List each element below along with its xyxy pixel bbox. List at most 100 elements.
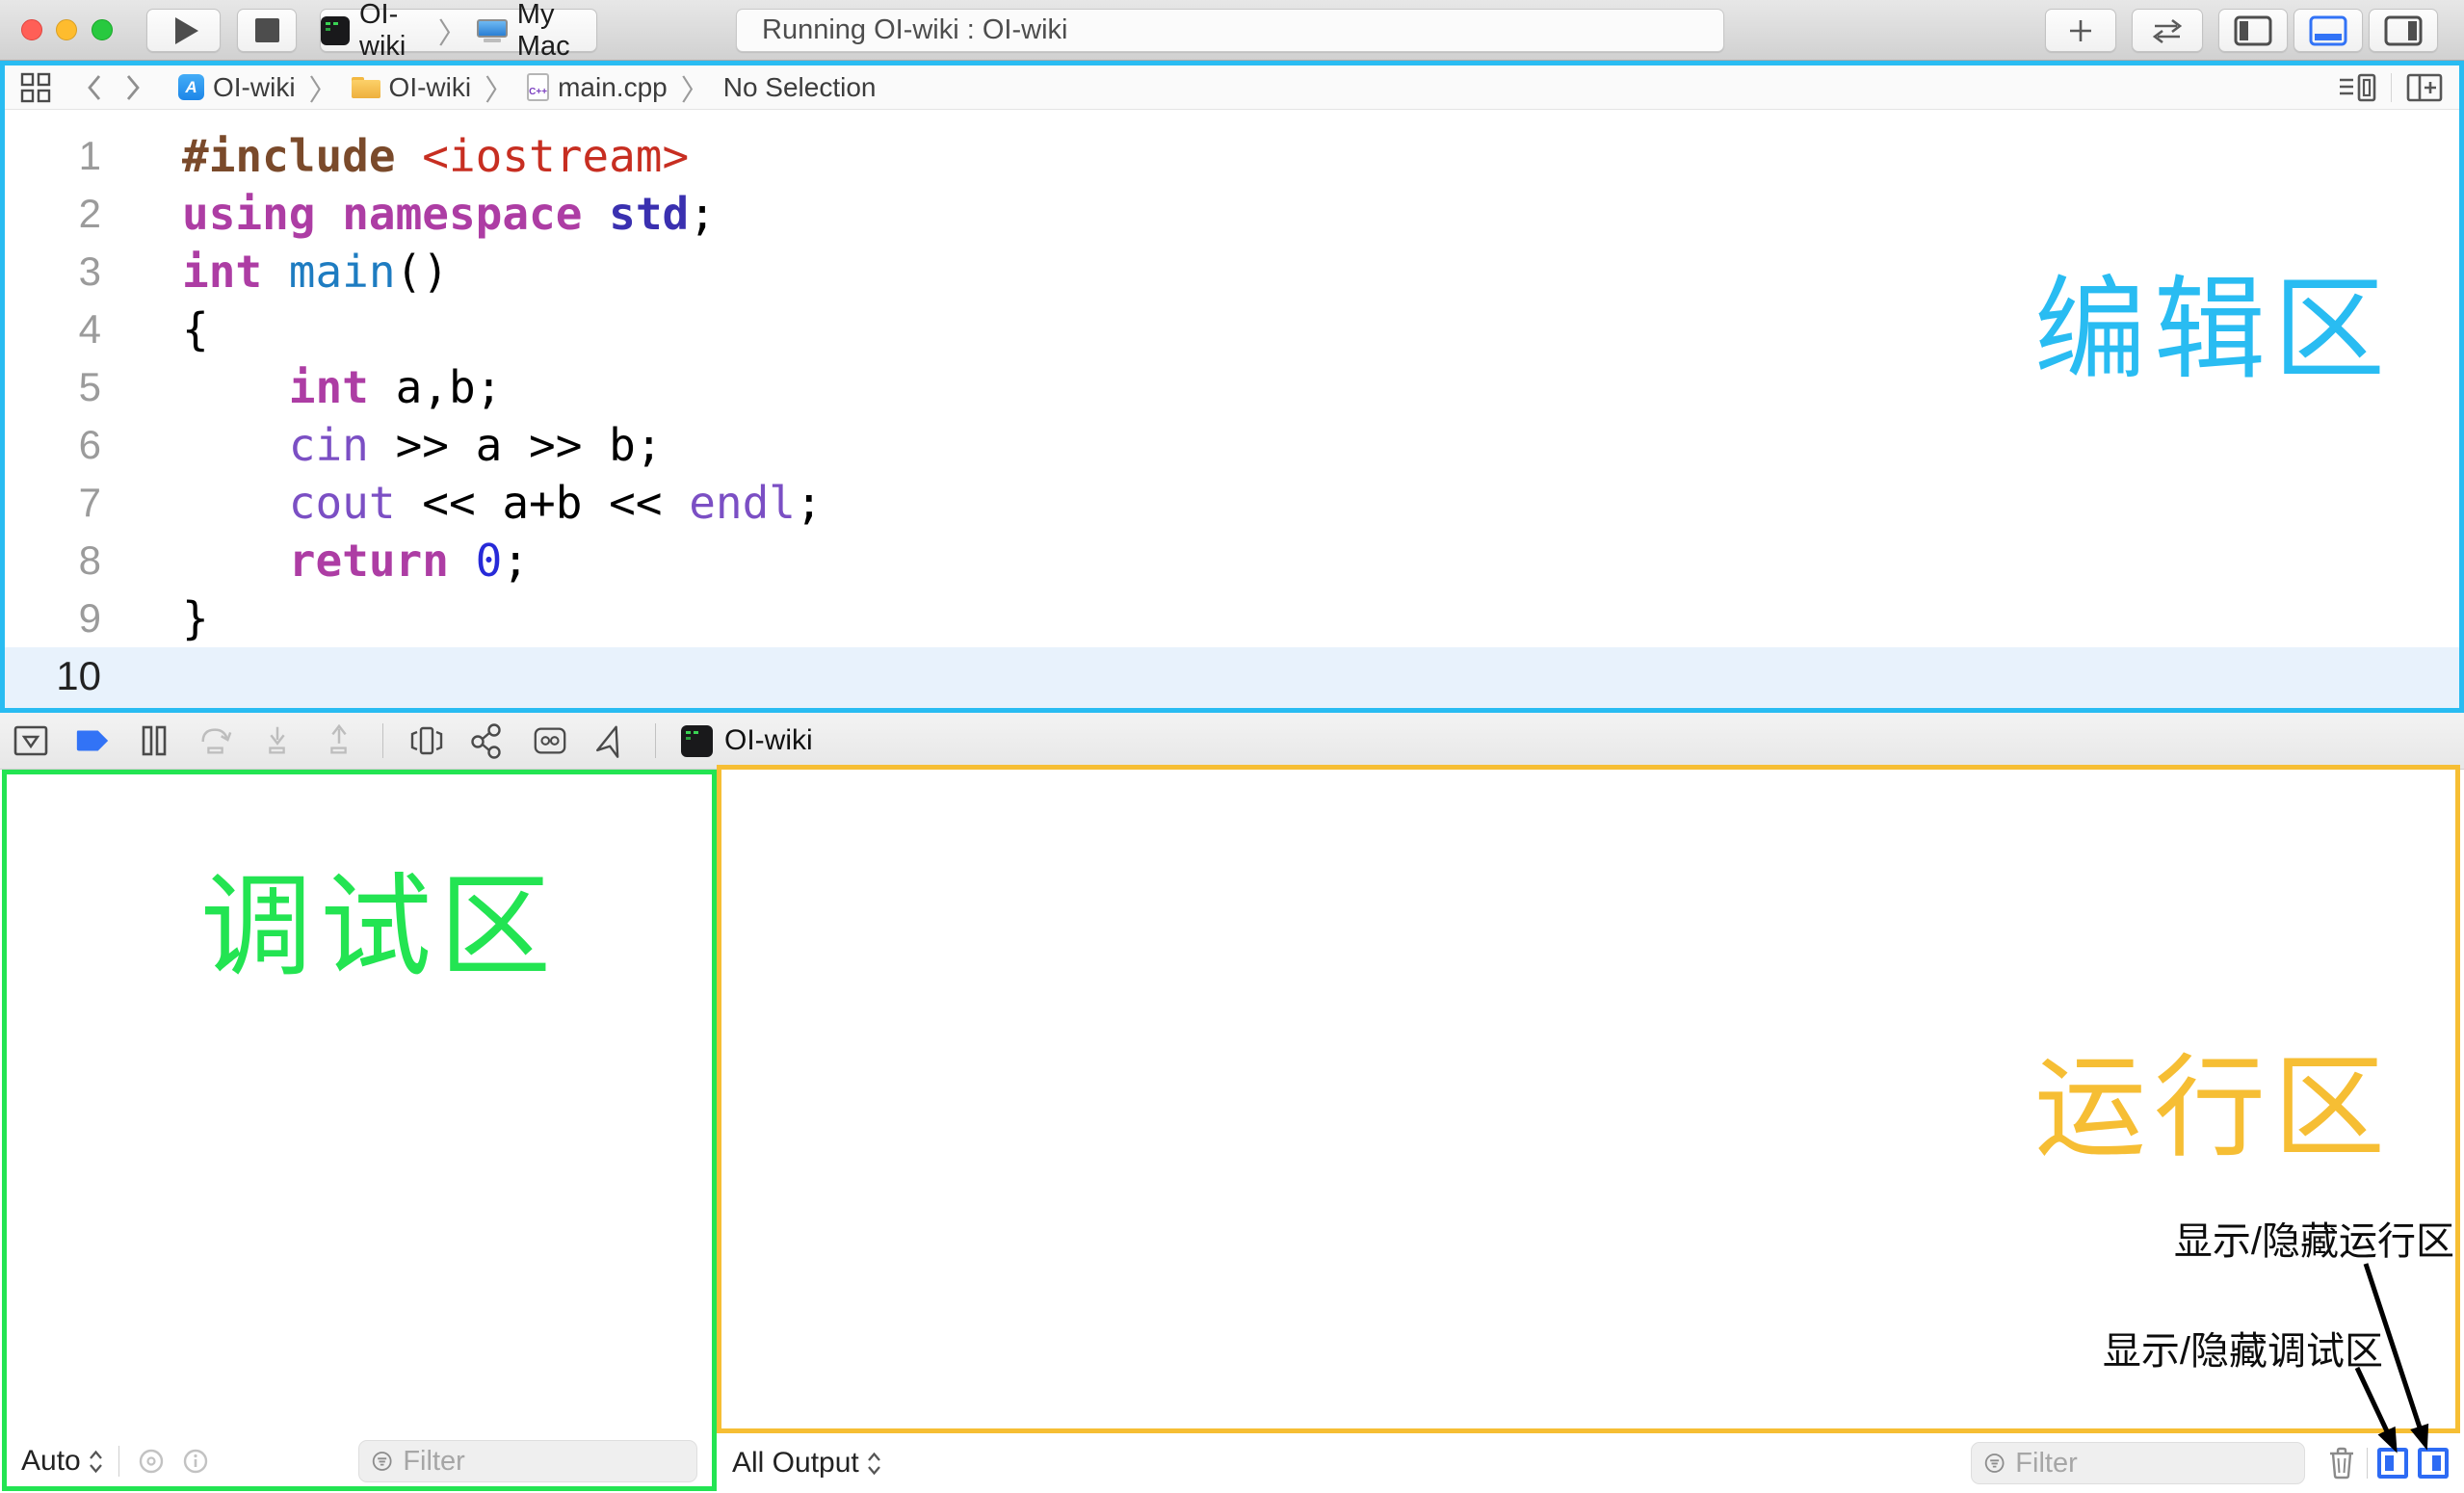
minimize-button[interactable]: [56, 19, 77, 40]
view-debugger-button[interactable]: [408, 722, 445, 759]
zoom-button[interactable]: [92, 19, 113, 40]
pause-icon: [137, 724, 171, 757]
view-debugger-icon: [408, 723, 445, 758]
my-mac-icon: [477, 19, 508, 42]
editor-options-icon[interactable]: [2337, 71, 2377, 104]
target-app-icon: [321, 16, 350, 45]
annotation-toggle-run: 显示/隐藏运行区: [2174, 1210, 2454, 1266]
code-line[interactable]: 8 return 0;: [5, 532, 2459, 589]
toggle-debug-area-button[interactable]: [2294, 9, 2363, 52]
step-over-icon: [197, 723, 234, 758]
stop-button[interactable]: [237, 9, 297, 52]
xcode-window: OI-wiki 〉 My Mac Running OI-wiki : OI-wi…: [0, 0, 2464, 1493]
trash-icon[interactable]: [2326, 1446, 2357, 1480]
pause-button[interactable]: [136, 722, 172, 759]
xcode-project-icon: A: [178, 74, 204, 100]
code-line[interactable]: 1#include <iostream>: [5, 127, 2459, 185]
filter-icon: [1983, 1451, 2005, 1476]
scope-dropdown[interactable]: Auto: [21, 1445, 103, 1478]
print-description-info-icon[interactable]: [181, 1447, 210, 1476]
code-text: }: [101, 589, 209, 647]
memory-graph-icon: [470, 722, 507, 759]
console-filter-field[interactable]: [1971, 1442, 2305, 1484]
back-button[interactable]: [86, 73, 103, 102]
line-number: 6: [5, 416, 101, 474]
updown-chevrons-icon: [867, 1451, 881, 1477]
code-line[interactable]: 2using namespace std;: [5, 185, 2459, 243]
toggle-navigator-button[interactable]: [2218, 9, 2288, 52]
device-bezel-button[interactable]: [532, 722, 568, 759]
divider: [2391, 73, 2392, 102]
jump-bar: A OI-wiki 〉 OI-wiki 〉 C++ main.cpp 〉 No …: [5, 65, 2459, 110]
step-over-button[interactable]: [197, 722, 234, 759]
debug-bar: OI-wiki: [0, 713, 2464, 770]
close-button[interactable]: [21, 19, 42, 40]
code-line[interactable]: 6 cin >> a >> b;: [5, 416, 2459, 474]
code-text: {: [101, 301, 209, 358]
toggle-variables-view-button[interactable]: [2377, 1448, 2408, 1479]
code-text: int a,b;: [101, 358, 502, 416]
process-app-icon: [681, 725, 713, 757]
memory-graph-button[interactable]: [470, 722, 507, 759]
line-number: 2: [5, 185, 101, 243]
breadcrumb-label: OI-wiki: [389, 72, 472, 103]
breadcrumb-group[interactable]: OI-wiki: [352, 72, 472, 103]
variables-filter-field[interactable]: [358, 1440, 697, 1482]
source-editor[interactable]: 1#include <iostream>2using namespace std…: [5, 110, 2459, 708]
line-number: 7: [5, 474, 101, 532]
activity-status-text: Running OI-wiki : OI-wiki: [762, 14, 1067, 46]
breadcrumb-separator: 〉: [485, 66, 513, 109]
code-line[interactable]: 7 cout << a+b << endl;: [5, 474, 2459, 532]
run-button[interactable]: [146, 9, 221, 52]
breakpoints-toggle-button[interactable]: [74, 722, 111, 759]
inspector-panel-icon: [2383, 15, 2424, 46]
play-icon: [175, 17, 198, 44]
code-line[interactable]: 9}: [5, 589, 2459, 647]
scheme-target: OI-wiki: [359, 0, 429, 63]
simulate-location-icon: [593, 722, 630, 759]
scheme-destination: My Mac: [517, 0, 596, 63]
simulate-location-button[interactable]: [593, 722, 630, 759]
line-number: 1: [5, 127, 101, 185]
hide-debug-area-button[interactable]: [13, 722, 49, 759]
activity-status: Running OI-wiki : OI-wiki: [736, 9, 1724, 52]
breadcrumb-label: No Selection: [723, 72, 877, 103]
hide-debug-area-icon: [13, 724, 49, 757]
breadcrumb-selection[interactable]: No Selection: [723, 72, 877, 103]
stop-icon: [255, 18, 279, 42]
variables-filter-input[interactable]: [403, 1446, 685, 1478]
scheme-selector[interactable]: OI-wiki 〉 My Mac: [320, 9, 597, 52]
code-line[interactable]: 10: [5, 647, 2459, 708]
add-editor-split-icon[interactable]: [2405, 71, 2444, 104]
output-dropdown[interactable]: All Output: [732, 1447, 881, 1480]
divider: [118, 1446, 119, 1477]
process-name: OI-wiki: [724, 724, 813, 757]
divider: [2367, 1448, 2368, 1479]
breadcrumb-file[interactable]: C++ main.cpp: [527, 72, 668, 103]
step-out-button[interactable]: [321, 722, 357, 759]
quick-look-eye-icon[interactable]: [135, 1447, 168, 1476]
code-text: #include <iostream>: [101, 127, 689, 185]
step-into-icon: [259, 723, 296, 758]
forward-button[interactable]: [124, 73, 142, 102]
variables-view-bar: Auto: [7, 1436, 712, 1486]
step-into-button[interactable]: [259, 722, 296, 759]
related-items-icon[interactable]: [20, 72, 51, 103]
line-number: 4: [5, 301, 101, 358]
version-editor-button[interactable]: [2132, 9, 2203, 52]
breadcrumb-project[interactable]: A OI-wiki: [178, 72, 296, 103]
toggle-inspector-button[interactable]: [2369, 9, 2438, 52]
annotation-editor-area: 编辑区: [2034, 239, 2393, 401]
toggle-console-view-button[interactable]: [2418, 1448, 2449, 1479]
chevron-separator: 〉: [438, 10, 467, 52]
new-tab-button[interactable]: [2045, 9, 2116, 52]
step-out-icon: [321, 723, 357, 758]
console-bar: All Output: [717, 1433, 2464, 1493]
code-text: cout << a+b << endl;: [101, 474, 823, 532]
debug-panel-icon: [2308, 15, 2348, 46]
cpp-file-icon: C++: [527, 73, 549, 101]
console-filter-input[interactable]: [2015, 1448, 2293, 1480]
code-text: cin >> a >> b;: [101, 416, 663, 474]
process-selector[interactable]: OI-wiki: [681, 724, 813, 757]
device-bezel-icon: [532, 724, 568, 757]
